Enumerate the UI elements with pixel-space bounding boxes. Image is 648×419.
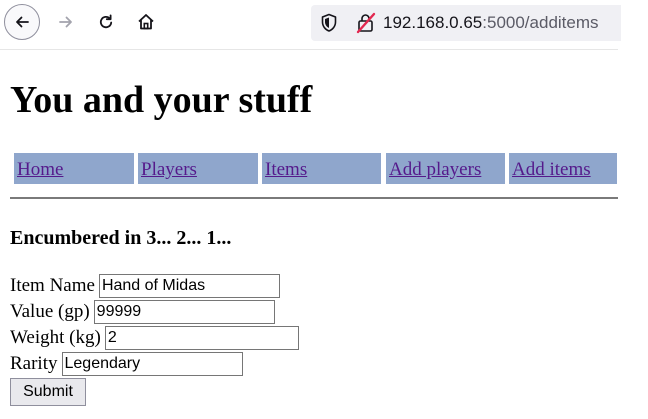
nav-link-add-players[interactable]: Add players [389, 159, 481, 180]
rarity-row: Rarity [10, 351, 243, 377]
url-path: :5000/additems [482, 13, 599, 32]
reload-button[interactable] [88, 4, 124, 40]
nav-item-add-players: Add players [386, 153, 505, 184]
nav-link-players[interactable]: Players [141, 159, 197, 180]
submit-button[interactable]: Submit [10, 378, 86, 406]
reload-icon [99, 14, 113, 29]
nav-item-items: Items [262, 153, 381, 184]
nav-link-add-items[interactable]: Add items [512, 159, 591, 180]
weight-label: Weight (kg) [10, 327, 101, 348]
section-subtitle: Encumbered in 3... 2... 1... [10, 227, 232, 249]
weight-row: Weight (kg) [10, 325, 299, 351]
value-label: Value (gp) [10, 301, 90, 322]
forward-button[interactable] [48, 4, 84, 40]
item-name-label: Item Name [10, 275, 95, 296]
forward-arrow-icon [59, 16, 72, 28]
value-row: Value (gp) [10, 299, 275, 325]
nav-item-add-items: Add items [509, 153, 617, 184]
back-arrow-icon [4, 4, 40, 40]
url-host: 192.168.0.65 [383, 13, 483, 32]
url-text[interactable]: 192.168.0.65:5000/additems [383, 13, 599, 33]
horizontal-rule [10, 197, 618, 199]
browser-toolbar: 192.168.0.65:5000/additems [0, 0, 621, 50]
insecure-lock-icon[interactable] [356, 12, 376, 34]
home-icon [138, 14, 154, 30]
page-title: You and your stuff [10, 79, 313, 121]
nav-link-home[interactable]: Home [17, 159, 63, 180]
nav-link-items[interactable]: Items [265, 159, 307, 180]
weight-input[interactable] [104, 326, 299, 350]
rarity-label: Rarity [10, 353, 58, 374]
item-name-input[interactable] [98, 274, 280, 298]
home-button[interactable] [128, 4, 164, 40]
value-input[interactable] [93, 300, 275, 324]
item-name-row: Item Name [10, 273, 280, 299]
shield-icon[interactable] [320, 13, 338, 33]
nav-item-players: Players [138, 153, 258, 184]
nav-item-home: Home [14, 153, 134, 184]
rarity-input[interactable] [61, 352, 243, 376]
